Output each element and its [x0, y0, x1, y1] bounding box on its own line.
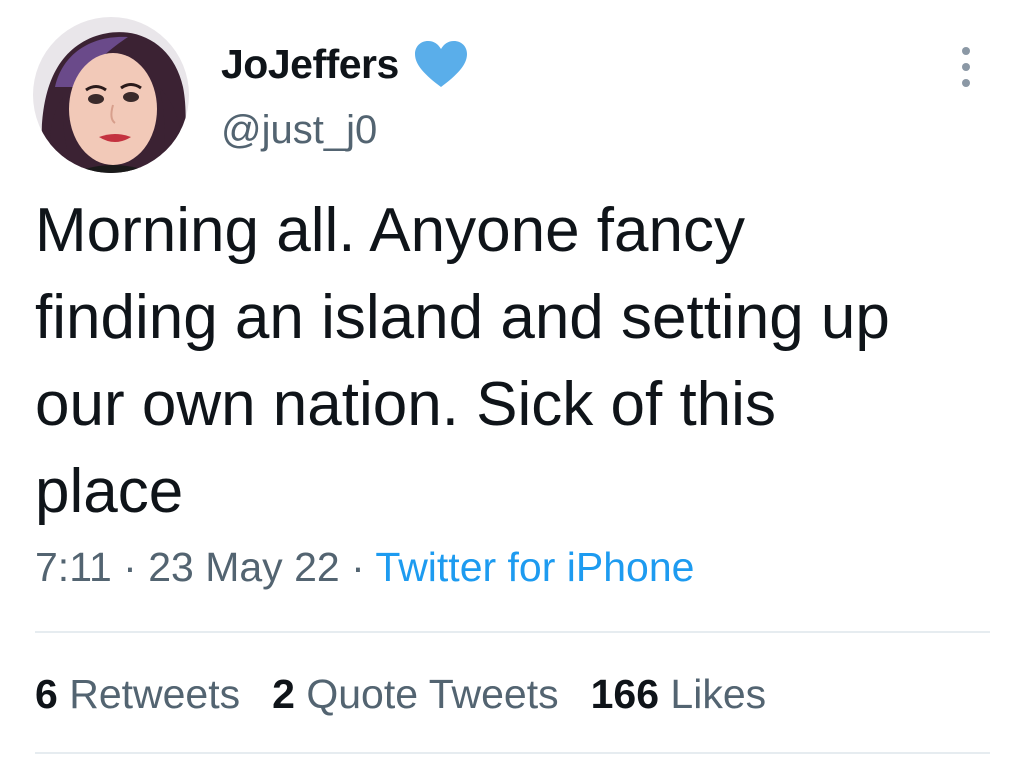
divider — [35, 752, 990, 754]
author-name-row[interactable]: JoJeffers — [221, 36, 469, 92]
display-name[interactable]: JoJeffers — [221, 41, 399, 88]
likes-count: 166 — [590, 671, 660, 717]
avatar[interactable] — [33, 17, 189, 173]
likes-label: Likes — [670, 671, 767, 717]
likes-stat[interactable]: 166 Likes — [591, 671, 767, 718]
tweet-text: Morning all. Anyone fancy finding an isl… — [35, 196, 890, 526]
avatar-image — [33, 17, 189, 173]
quote-tweets-count: 2 — [272, 671, 295, 717]
divider — [35, 631, 990, 633]
quote-tweets-stat[interactable]: 2 Quote Tweets — [272, 671, 558, 718]
blue-heart-icon — [413, 39, 469, 89]
tweet-card: JoJeffers @just_j0 Morning all. Anyone f… — [0, 0, 1024, 760]
more-vertical-icon[interactable] — [953, 44, 979, 90]
author-handle[interactable]: @just_j0 — [221, 108, 377, 153]
tweet-source-link[interactable]: Twitter for iPhone — [375, 544, 694, 590]
meta-separator: · — [351, 544, 365, 590]
retweets-stat[interactable]: 6 Retweets — [35, 671, 240, 718]
retweets-count: 6 — [35, 671, 58, 717]
meta-separator: · — [123, 544, 137, 590]
quote-tweets-label: Quote Tweets — [306, 671, 559, 717]
tweet-stats: 6 Retweets 2 Quote Tweets 166 Likes — [35, 671, 798, 718]
tweet-time[interactable]: 7:11 — [35, 544, 112, 590]
retweets-label: Retweets — [69, 671, 241, 717]
tweet-date[interactable]: 23 May 22 — [148, 544, 339, 590]
tweet-meta: 7:11 · 23 May 22 · Twitter for iPhone — [35, 544, 694, 591]
